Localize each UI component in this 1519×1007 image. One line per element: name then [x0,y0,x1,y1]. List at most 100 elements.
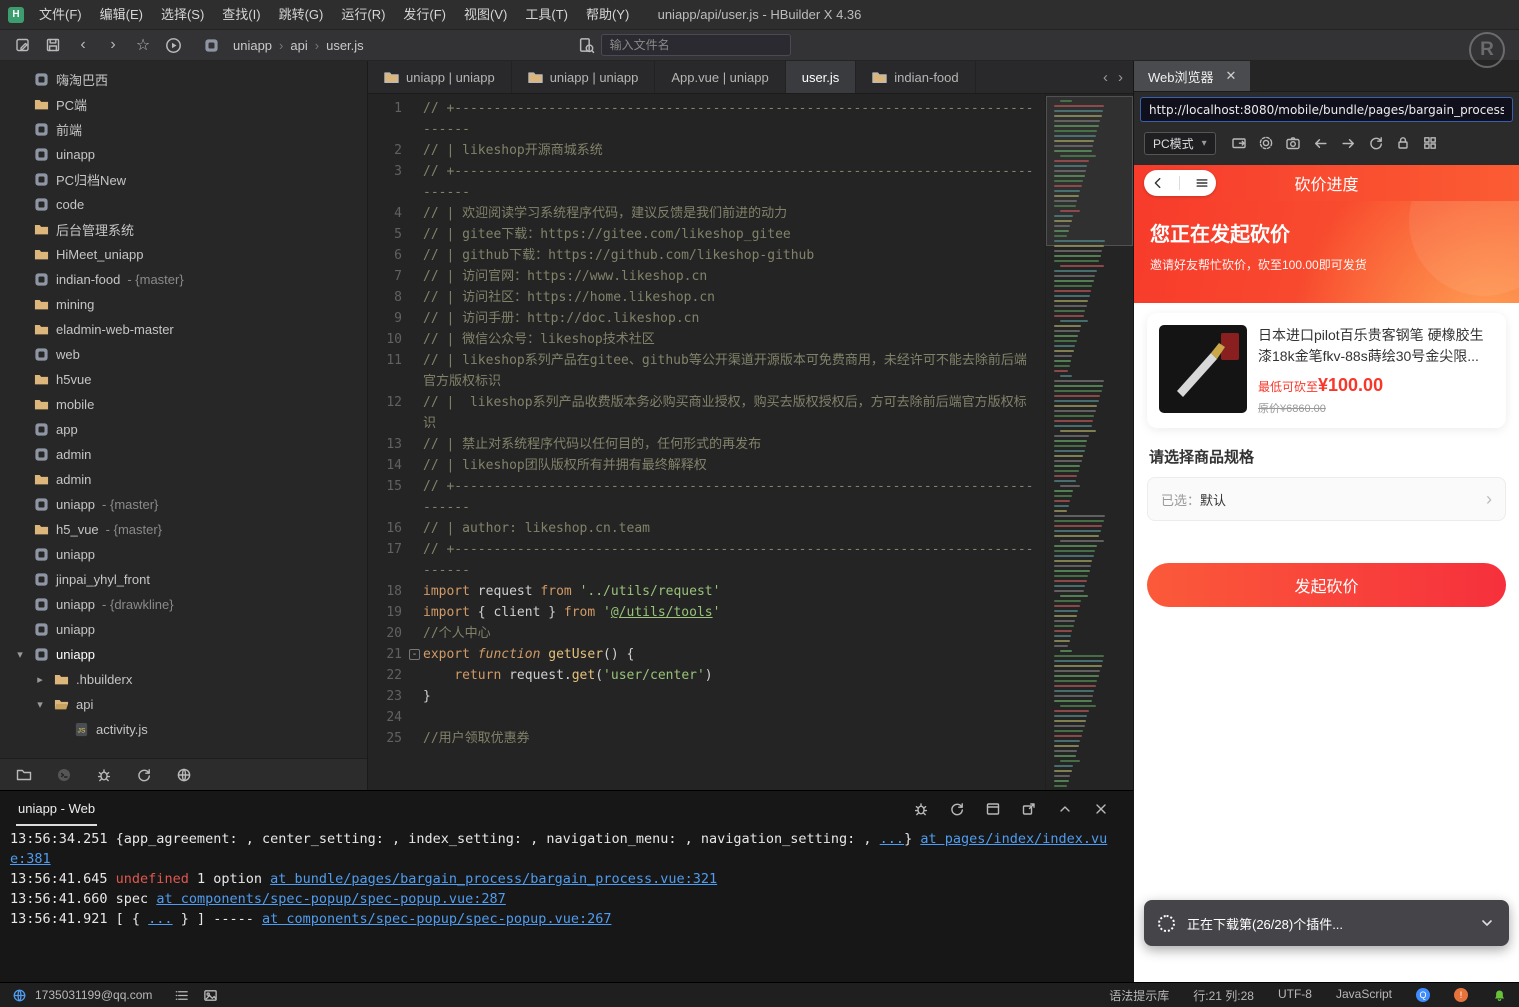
console-link[interactable]: ... [148,911,172,927]
restart-icon[interactable] [949,801,965,817]
export-icon[interactable] [1021,801,1037,817]
clear-console-icon[interactable] [1093,801,1109,817]
menu-item[interactable]: 帮助(Y) [577,0,638,30]
outline-icon[interactable] [174,988,189,1003]
statusbar-item[interactable]: UTF-8 [1278,987,1312,1004]
editor-tab[interactable]: uniapp | uniapp [512,61,656,93]
screenshot-icon[interactable] [1285,135,1301,151]
plugin-download-toast[interactable]: 正在下载第(26/28)个插件... [1144,900,1509,946]
lock-icon[interactable] [1395,135,1411,151]
chevron-down-icon[interactable] [1479,915,1495,931]
tree-item[interactable]: uinapp [0,142,367,167]
chevron-right-icon[interactable]: ▸ [34,673,46,686]
window-icon[interactable] [985,801,1001,817]
code-line[interactable]: 22 return request.get('user/center') [368,665,1045,686]
code-line[interactable]: 16// | author: likeshop.cn.team [368,518,1045,539]
code-line[interactable]: 7// | 访问官网：https://www.likeshop.cn [368,266,1045,287]
menu-item[interactable]: 编辑(E) [91,0,152,30]
chevron-down-icon[interactable]: ▾ [34,698,46,711]
menu-item[interactable]: 工具(T) [516,0,577,30]
tree-item[interactable]: mobile [0,392,367,417]
sync-icon[interactable] [136,767,152,783]
chevron-down-icon[interactable]: ▾ [14,648,26,661]
tree-item[interactable]: code [0,192,367,217]
tree-item[interactable]: ▾uniapp [0,642,367,667]
globe-icon[interactable] [176,767,192,783]
files-icon[interactable] [16,767,32,783]
console-link[interactable]: at components/spec-popup/spec-popup.vue:… [262,911,612,927]
tab-scroll-right-icon[interactable]: › [1114,69,1127,86]
tree-item[interactable]: 嗨淘巴西 [0,67,367,92]
tree-item[interactable]: uniapp - {drawkline} [0,592,367,617]
code-line[interactable]: 18import request from '../utils/request' [368,581,1045,602]
code-line[interactable]: 23} [368,686,1045,707]
qq-icon[interactable]: Q [1416,988,1430,1002]
code-line[interactable]: 1// +-----------------------------------… [368,98,1045,140]
open-external-icon[interactable] [1231,135,1247,151]
statusbar-item[interactable]: 行:21 列:28 [1193,987,1254,1004]
debug-icon[interactable] [96,767,112,783]
console-link[interactable]: at components/spec-popup/spec-popup.vue:… [156,891,506,907]
tree-item[interactable]: admin [0,467,367,492]
breadcrumb-item[interactable]: user.js [326,38,364,53]
search-file-icon[interactable] [578,37,595,54]
code-line[interactable]: 10// | 微信公众号：likeshop技术社区 [368,329,1045,350]
menu-item[interactable]: 视图(V) [455,0,516,30]
notification-bell-icon[interactable] [1492,988,1507,1003]
menu-item[interactable]: 跳转(G) [270,0,333,30]
tree-item[interactable]: h5_vue - {master} [0,517,367,542]
code-line[interactable]: 3// +-----------------------------------… [368,161,1045,203]
code-line[interactable]: 12// | likeshop系列产品收费版本务必购买商业授权，购买去版权授权后… [368,392,1045,434]
console-link[interactable]: ... [880,831,904,847]
editor-tab[interactable]: uniapp | uniapp [368,61,512,93]
save-icon[interactable] [40,33,66,57]
tree-item[interactable]: ▸.hbuilderx [0,667,367,692]
code-line[interactable]: 2// | likeshop开源商城系统 [368,140,1045,161]
menu-item[interactable]: 运行(R) [332,0,394,30]
nav-back-icon[interactable] [1312,135,1329,152]
new-file-icon[interactable] [10,33,36,57]
back-icon[interactable]: ‹ [70,33,96,57]
tree-item[interactable]: 后台管理系统 [0,217,367,242]
statusbar-item[interactable]: 语法提示库 [1109,987,1169,1004]
code-line[interactable]: 11// | likeshop系列产品在gitee、github等公开渠道开源版… [368,350,1045,392]
device-mode-select[interactable]: PC模式▾ [1144,132,1216,155]
tree-item[interactable]: HiMeet_uniapp [0,242,367,267]
spec-selector[interactable]: 已选： 默认 › [1147,477,1506,521]
tree-item[interactable]: h5vue [0,367,367,392]
tree-item[interactable]: eladmin-web-master [0,317,367,342]
tree-item[interactable]: mining [0,292,367,317]
close-icon[interactable]: ✕ [1226,68,1237,84]
tree-item[interactable]: PC端 [0,92,367,117]
code-line[interactable]: 6// | github下载：https://github.com/likesh… [368,245,1045,266]
tree-item[interactable]: jinpai_yhyl_front [0,567,367,592]
tree-item[interactable]: app [0,417,367,442]
collapse-icon[interactable] [1057,801,1073,817]
code-line[interactable]: 13// | 禁止对系统程序代码以任何目的，任何形式的再发布 [368,434,1045,455]
account-email[interactable]: 1735031199@qq.com [35,988,152,1002]
bookmark-star-icon[interactable]: ☆ [130,33,156,57]
code-line[interactable]: 4// | 欢迎阅读学习系统程序代码，建议反馈是我们前进的动力 [368,203,1045,224]
console-tab[interactable]: uniapp - Web [16,793,97,826]
tree-item[interactable]: uniapp [0,542,367,567]
tree-item[interactable]: indian-food - {master} [0,267,367,292]
product-card[interactable]: 日本进口pilot百乐贵客钢笔 硬橡胶生漆18k金笔fkv-88s蒔绘30号金尖… [1147,313,1506,428]
tree-item[interactable]: 前端 [0,117,367,142]
refresh-icon[interactable] [1368,135,1384,151]
statusbar-item[interactable]: JavaScript [1336,987,1392,1004]
minimap[interactable] [1045,94,1133,790]
page-back-icon[interactable] [1151,176,1165,190]
code-line[interactable]: 21-export function getUser() { [368,644,1045,665]
file-search-input[interactable] [601,34,791,56]
code-line[interactable]: 25//用户领取优惠券 [368,728,1045,749]
breadcrumb-item[interactable]: uniapp [233,38,272,53]
editor-tab[interactable]: user.js [786,61,857,93]
menu-item[interactable]: 发行(F) [394,0,455,30]
code-line[interactable]: 17// +----------------------------------… [368,539,1045,581]
account-globe-icon[interactable] [12,988,27,1003]
tree-item[interactable]: ▾api [0,692,367,717]
menu-item[interactable]: 文件(F) [30,0,91,30]
browser-tab[interactable]: Web浏览器 ✕ [1134,61,1250,91]
breadcrumb-item[interactable]: api [290,38,307,53]
code-line[interactable]: 15// +----------------------------------… [368,476,1045,518]
